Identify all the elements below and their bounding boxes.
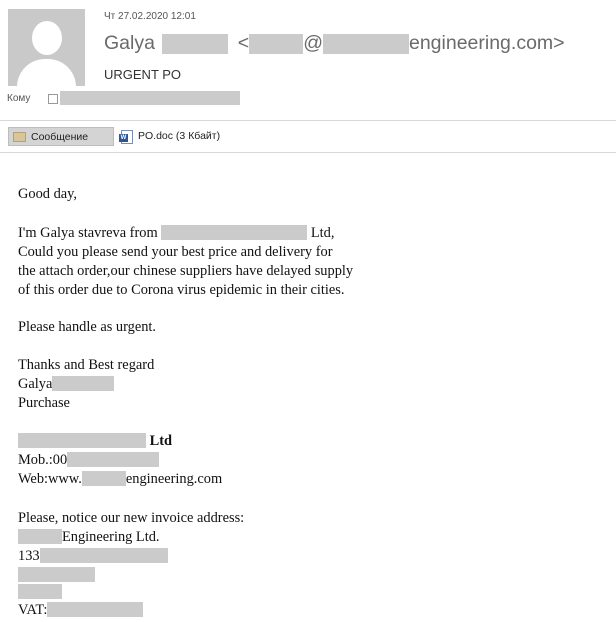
envelope-icon bbox=[13, 132, 26, 142]
attachment-label: PO.doc (3 Кбайт) bbox=[138, 130, 221, 142]
signature-name: Galya bbox=[18, 376, 53, 392]
signature-company-suffix: Ltd bbox=[149, 433, 173, 449]
sender-email-domain: engineering.com> bbox=[408, 32, 565, 54]
avatar-body-shape bbox=[17, 59, 76, 86]
to-label: Кому bbox=[7, 93, 31, 104]
mobile-prefix: Mob.:00 bbox=[18, 452, 68, 468]
address-country-line bbox=[18, 584, 62, 601]
redacted-address-company bbox=[18, 529, 62, 544]
header-divider bbox=[0, 120, 616, 121]
tab-message[interactable]: Сообщение bbox=[8, 127, 114, 146]
sender-email-open: < bbox=[237, 32, 250, 54]
invoice-notice: Please, notice our new invoice address: bbox=[18, 510, 245, 526]
tab-message-label: Сообщение bbox=[31, 131, 89, 143]
redacted-mobile-number bbox=[67, 452, 160, 467]
address-company: Engineering Ltd. bbox=[62, 529, 160, 545]
sender-name: Galya bbox=[104, 32, 155, 54]
redacted-vat-number bbox=[47, 602, 144, 617]
body-line-3: the attach order,our chinese suppliers h… bbox=[18, 263, 354, 279]
vat-prefix: VAT: bbox=[18, 602, 48, 618]
redacted-email-user bbox=[249, 33, 304, 54]
web-suffix: engineering.com bbox=[125, 471, 223, 487]
signature-name-line: Galya bbox=[18, 376, 115, 393]
redacted-address-street bbox=[39, 548, 168, 563]
redacted-email-domain bbox=[322, 33, 409, 54]
signature-web-line: Web:www. engineering.com bbox=[18, 471, 222, 488]
redacted-address-country bbox=[18, 584, 62, 599]
web-prefix: Web:www. bbox=[18, 471, 82, 487]
redacted-signature-surname bbox=[52, 376, 115, 391]
body-line-4: of this order due to Corona virus epidem… bbox=[18, 282, 345, 298]
signature-mobile-line: Mob.:00 bbox=[18, 452, 160, 469]
redacted-company bbox=[161, 225, 308, 240]
message-subject: URGENT PO bbox=[104, 67, 182, 82]
address-city-line bbox=[18, 567, 95, 584]
redacted-web-domain bbox=[81, 471, 126, 486]
body-greeting: Good day, bbox=[18, 186, 78, 202]
avatar-head-shape bbox=[32, 21, 62, 55]
word-doc-icon bbox=[119, 130, 133, 144]
sender-email-at: @ bbox=[303, 32, 323, 54]
sender-avatar bbox=[8, 9, 85, 86]
address-company-line: Engineering Ltd. bbox=[18, 529, 160, 546]
redacted-signature-company bbox=[18, 433, 146, 448]
intro-post: Ltd, bbox=[310, 225, 335, 241]
redacted-recipient[interactable] bbox=[60, 91, 240, 105]
body-intro-line: I'm Galya stavreva from Ltd, bbox=[18, 225, 334, 242]
signature-thanks: Thanks and Best regard bbox=[18, 357, 155, 373]
address-number: 133 bbox=[18, 548, 40, 564]
address-street-line: 133 bbox=[18, 548, 168, 565]
signature-company-line: Ltd bbox=[18, 433, 172, 450]
intro-pre: I'm Galya stavreva from bbox=[18, 225, 158, 241]
body-urgent: Please handle as urgent. bbox=[18, 319, 157, 335]
sender-line[interactable]: Galya < @ engineering.com> bbox=[104, 32, 565, 55]
body-line-2: Could you please send your best price an… bbox=[18, 244, 333, 260]
vat-line: VAT: bbox=[18, 602, 144, 619]
redacted-surname bbox=[162, 33, 229, 54]
recipient-contact-icon bbox=[48, 94, 58, 104]
message-date: Чт 27.02.2020 12:01 bbox=[104, 11, 196, 22]
attachments-divider bbox=[0, 152, 616, 153]
signature-role: Purchase bbox=[18, 395, 70, 411]
redacted-address-city bbox=[18, 567, 95, 582]
